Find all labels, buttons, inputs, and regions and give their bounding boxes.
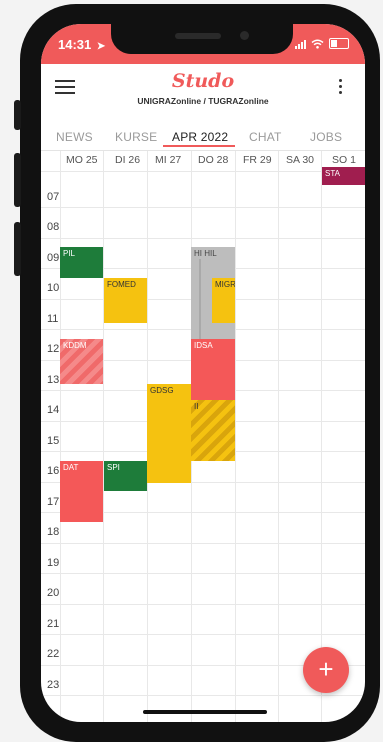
hour-label: 08 (47, 221, 60, 233)
hour-label: 22 (47, 648, 60, 660)
day-header: MO 25 (66, 154, 98, 166)
camera (240, 31, 249, 40)
hour-label: 12 (47, 343, 60, 355)
tab-kurse[interactable]: KURSE (115, 130, 157, 144)
notch (111, 24, 293, 54)
event-fomed[interactable]: FOMED (104, 278, 147, 323)
hour-label: 10 (47, 282, 60, 294)
event-kddm[interactable]: KDDM (60, 339, 103, 384)
column-divider (60, 151, 61, 722)
event-spi[interactable]: SPI (104, 461, 147, 491)
day-header: SA 30 (286, 154, 315, 166)
hour-label: 13 (47, 374, 60, 386)
tab-chat[interactable]: CHAT (249, 130, 282, 144)
app-header: Studo UNIGRAZonline / TUGRAZonline (41, 64, 365, 130)
hour-divider (41, 604, 365, 605)
add-event-button[interactable]: + (303, 647, 349, 693)
hour-label: 16 (47, 465, 60, 477)
hour-label: 07 (47, 191, 60, 203)
event-ii[interactable]: II (191, 400, 235, 461)
column-divider (278, 151, 279, 722)
hour-label: 20 (47, 587, 60, 599)
status-icons (295, 38, 349, 49)
tab-bar: NEWS KURSE APR 2022 CHAT JOBS (41, 130, 365, 151)
hour-divider (41, 238, 365, 239)
hour-label: 15 (47, 435, 60, 447)
hour-divider (41, 695, 365, 696)
event-overlap-marker (199, 259, 201, 340)
location-arrow-icon: ➤ (96, 41, 106, 52)
university-subtitle: UNIGRAZonline / TUGRAZonline (137, 96, 269, 106)
event-pil[interactable]: PIL (60, 247, 103, 278)
tab-jobs[interactable]: JOBS (310, 130, 342, 144)
event-sta[interactable]: STA (322, 167, 365, 185)
column-divider (321, 151, 322, 722)
event-gdsg[interactable]: GDSG (147, 384, 191, 483)
hour-label: 19 (47, 557, 60, 569)
speaker (175, 33, 221, 39)
event-dat[interactable]: DAT (60, 461, 103, 522)
active-tab-indicator (163, 145, 235, 147)
week-calendar: MO 25 DI 26 MI 27 DO 28 FR 29 SA 30 SO 1 (41, 151, 365, 722)
side-button (14, 100, 21, 130)
side-button (14, 222, 21, 276)
hour-label: 23 (47, 679, 60, 691)
signal-icon (295, 39, 306, 49)
status-time: 14:31 ➤ (58, 37, 106, 52)
hour-label: 14 (47, 404, 60, 416)
home-indicator[interactable] (143, 710, 267, 714)
hour-divider (41, 207, 365, 208)
hour-label: 09 (47, 252, 60, 264)
tab-news[interactable]: NEWS (56, 130, 93, 144)
day-header: FR 29 (243, 154, 272, 166)
battery-icon (329, 38, 349, 49)
day-header: DO 28 (198, 154, 229, 166)
side-button (14, 153, 21, 207)
app-logo: Studo (171, 70, 235, 92)
hour-divider (41, 171, 365, 172)
hour-label: 21 (47, 618, 60, 630)
column-divider (235, 151, 236, 722)
hour-label: 17 (47, 496, 60, 508)
wifi-icon (311, 39, 324, 49)
tab-calendar[interactable]: APR 2022 (172, 130, 228, 144)
day-header: MI 27 (155, 154, 182, 166)
hour-label: 11 (47, 313, 59, 325)
hour-divider (41, 573, 365, 574)
column-divider (103, 151, 104, 722)
day-header: DI 26 (115, 154, 141, 166)
hour-divider (41, 634, 365, 635)
hour-label: 18 (47, 526, 60, 538)
more-vertical-icon[interactable] (339, 79, 343, 97)
app-screen: 14:31 ➤ Studo UNIGRAZonline / TUGRAZonli… (41, 24, 365, 722)
event-idsa[interactable]: IDSA (191, 339, 235, 400)
day-header: SO 1 (332, 154, 356, 166)
status-bar: 14:31 ➤ (41, 24, 365, 64)
hour-divider (41, 543, 365, 544)
event-migr[interactable]: MIGR (212, 278, 235, 323)
